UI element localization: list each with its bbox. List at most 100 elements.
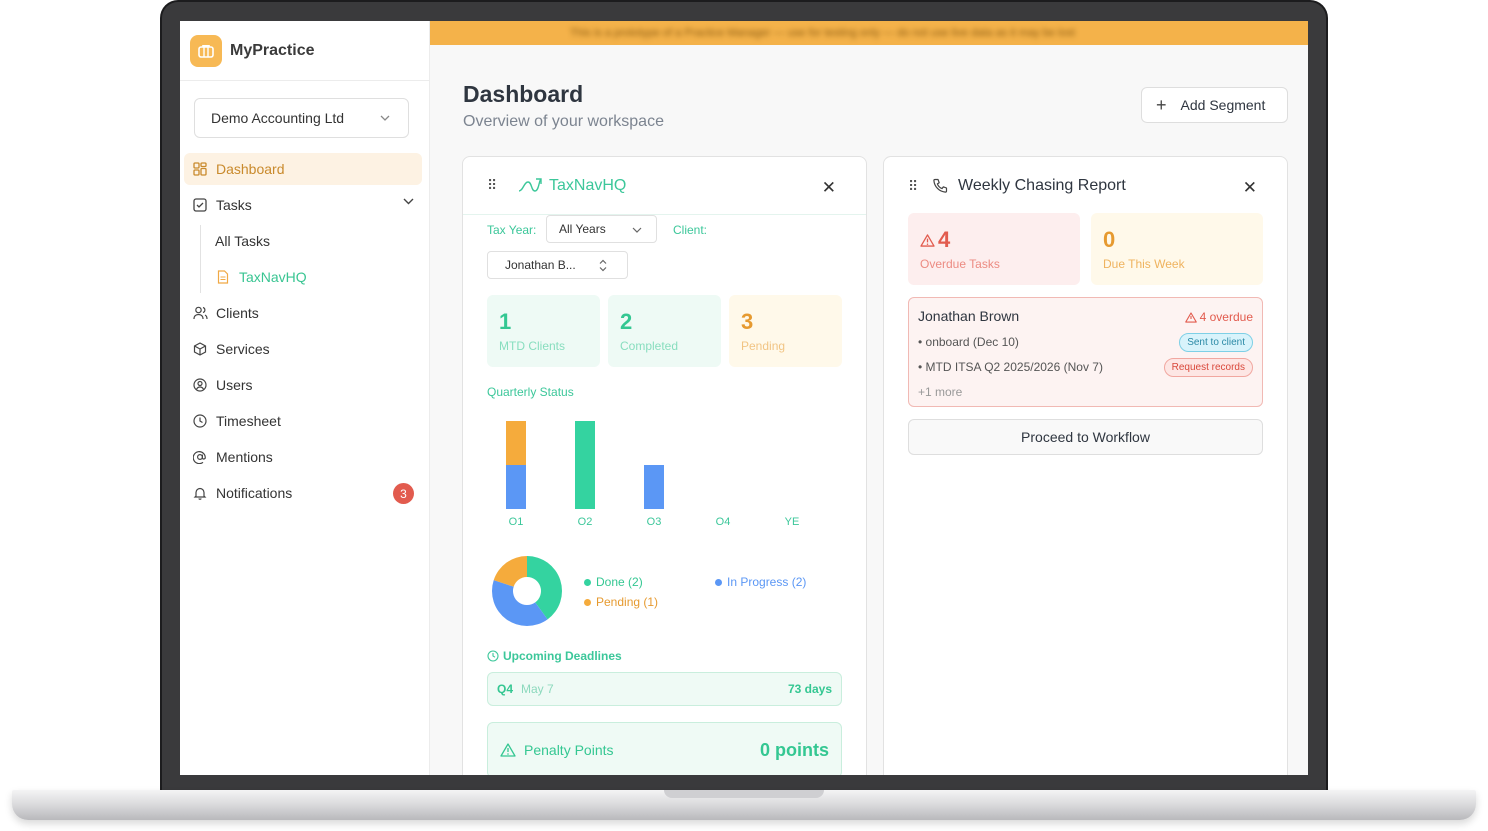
- bar-q1-pending: [506, 421, 526, 465]
- banner-text: This is a prototype of a Practice Manage…: [570, 27, 1076, 39]
- sidebar-item-dashboard[interactable]: Dashboard: [184, 153, 422, 185]
- document-icon: [215, 269, 231, 285]
- warning-icon: [1184, 311, 1197, 323]
- sidebar-item-label: Dashboard: [216, 161, 285, 177]
- more-tasks: +1 more: [918, 385, 963, 399]
- chevron-down-icon: [380, 115, 390, 121]
- x-tick-label: Q1: [509, 516, 524, 525]
- upcoming-deadlines-heading: Upcoming Deadlines: [487, 649, 622, 663]
- legend-label: In Progress (2): [727, 575, 807, 589]
- task-line: • MTD ITSA Q2 2025/2026 (Nov 7): [918, 360, 1103, 374]
- stat-completed: 2 Completed: [608, 295, 721, 367]
- sidebar-item-all-tasks[interactable]: All Tasks: [215, 225, 422, 257]
- client-label: Client:: [673, 223, 708, 237]
- tax-year-label: Tax Year:: [487, 223, 537, 237]
- close-icon[interactable]: ✕: [1243, 178, 1257, 198]
- due-count: 0: [1103, 227, 1116, 252]
- tax-year-select[interactable]: All Years: [546, 215, 657, 243]
- status-badge: Sent to client: [1179, 333, 1253, 352]
- stat-value: 3: [741, 309, 754, 334]
- sidebar-item-tasks[interactable]: Tasks: [184, 189, 422, 221]
- sidebar-item-label: All Tasks: [215, 233, 270, 249]
- client-select[interactable]: Jonathan B...: [487, 251, 628, 279]
- tax-year-value: All Years: [559, 222, 606, 236]
- page-subtitle: Overview of your workspace: [463, 113, 664, 130]
- status-pie-chart: [492, 556, 562, 626]
- legend-dot: [715, 578, 722, 586]
- legend-dot: [584, 598, 591, 606]
- client-chase-item[interactable]: Jonathan Brown 4 overdue • onboard (Dec …: [908, 297, 1263, 407]
- proceed-to-workflow-button[interactable]: Proceed to Workflow: [908, 419, 1263, 455]
- add-segment-button[interactable]: + Add Segment: [1141, 87, 1288, 123]
- grid-icon: [192, 161, 208, 177]
- client-value: Jonathan B...: [505, 258, 576, 272]
- sidebar-item-label: Users: [216, 377, 253, 393]
- deadline-row[interactable]: Q4 May 7 73 days: [487, 672, 842, 706]
- package-icon: [192, 341, 208, 357]
- stat-pending: 3 Pending: [729, 295, 842, 367]
- bar-q1-in-progress: [506, 465, 526, 509]
- x-tick-label: YE: [785, 516, 800, 525]
- sidebar-item-users[interactable]: Users: [184, 369, 422, 401]
- stat-label: Completed: [620, 339, 679, 353]
- sidebar-item-label: Tasks: [216, 197, 252, 213]
- sidebar-item-clients[interactable]: Clients: [184, 297, 422, 329]
- checkbox-icon: [192, 197, 208, 213]
- sidebar-item-mentions[interactable]: Mentions: [184, 441, 422, 473]
- sidebar-item-taxnavhq[interactable]: TaxNavHQ: [215, 261, 422, 293]
- legend-done: Done (2): [584, 575, 643, 589]
- taxnavhq-card: ⠿ TaxNavHQ ✕ Tax Year: All Years Client:…: [462, 156, 867, 775]
- client-overdue-label: 4 overdue: [1199, 310, 1253, 324]
- close-icon[interactable]: ✕: [822, 178, 836, 198]
- x-tick-label: Q3: [647, 516, 662, 525]
- drag-handle-icon[interactable]: ⠿: [908, 178, 922, 195]
- chevron-down-icon: [632, 227, 642, 233]
- sidebar-item-notifications[interactable]: Notifications 3: [184, 477, 422, 509]
- brand[interactable]: MyPractice: [180, 21, 429, 81]
- bell-icon: [192, 485, 208, 501]
- page-title: Dashboard: [463, 81, 584, 107]
- prototype-banner: This is a prototype of a Practice Manage…: [430, 21, 1308, 45]
- upcoming-deadlines-label: Upcoming Deadlines: [503, 649, 622, 663]
- card-header: ⠿ Weekly Chasing Report ✕: [884, 157, 1287, 215]
- stat-label: MTD Clients: [499, 339, 566, 353]
- sidebar-item-label: Notifications: [216, 485, 293, 501]
- x-tick-label: Q2: [578, 516, 593, 525]
- card-header: ⠿ TaxNavHQ ✕: [463, 157, 866, 215]
- user-circle-icon: [192, 377, 208, 393]
- kpi-overdue-value: 4: [920, 227, 1068, 253]
- chevron-updown-icon: [599, 259, 607, 272]
- drag-handle-icon[interactable]: ⠿: [487, 177, 501, 194]
- sidebar-item-timesheet[interactable]: Timesheet: [184, 405, 422, 437]
- briefcase-icon: [190, 34, 222, 67]
- penalty-points-box: Penalty Points 0 points: [487, 722, 842, 775]
- add-segment-label: Add Segment: [1180, 97, 1266, 113]
- app-name: MyPractice: [230, 41, 315, 59]
- notification-badge: 3: [393, 483, 414, 504]
- penalty-value: 0 points: [759, 739, 829, 760]
- phone-icon: [933, 178, 948, 193]
- legend-in-progress: In Progress (2): [715, 575, 806, 589]
- sidebar-item-label: TaxNavHQ: [239, 269, 307, 285]
- sidebar-item-services[interactable]: Services: [184, 333, 422, 365]
- quarterly-status-label: Quarterly Status: [487, 385, 574, 399]
- clock-icon: [192, 413, 208, 429]
- deadline-quarter: Q4: [497, 682, 514, 696]
- legend-dot: [584, 578, 591, 586]
- x-tick-label: Q4: [716, 516, 731, 525]
- organization-select[interactable]: Demo Accounting Ltd: [194, 98, 409, 138]
- deadline-days: 73 days: [787, 682, 832, 696]
- stat-mtd-clients: 1 MTD Clients: [487, 295, 600, 367]
- task-line: • onboard (Dec 10): [918, 335, 1019, 349]
- legend-pending: Pending (1): [584, 595, 658, 609]
- stat-value: 2: [620, 309, 633, 334]
- sidebar-item-label: Clients: [216, 305, 259, 321]
- tasks-submenu: All Tasks TaxNavHQ: [200, 225, 430, 293]
- due-label: Due This Week: [1103, 257, 1185, 271]
- penalty-label: Penalty Points: [524, 742, 614, 758]
- bar-q3-in-progress: [644, 465, 664, 509]
- chevron-down-icon[interactable]: [403, 198, 414, 205]
- sidebar-nav: Dashboard Tasks All Tasks TaxNavHQ Clien…: [180, 153, 430, 513]
- stat-value: 1: [499, 309, 512, 334]
- legend-label: Pending (1): [596, 595, 659, 609]
